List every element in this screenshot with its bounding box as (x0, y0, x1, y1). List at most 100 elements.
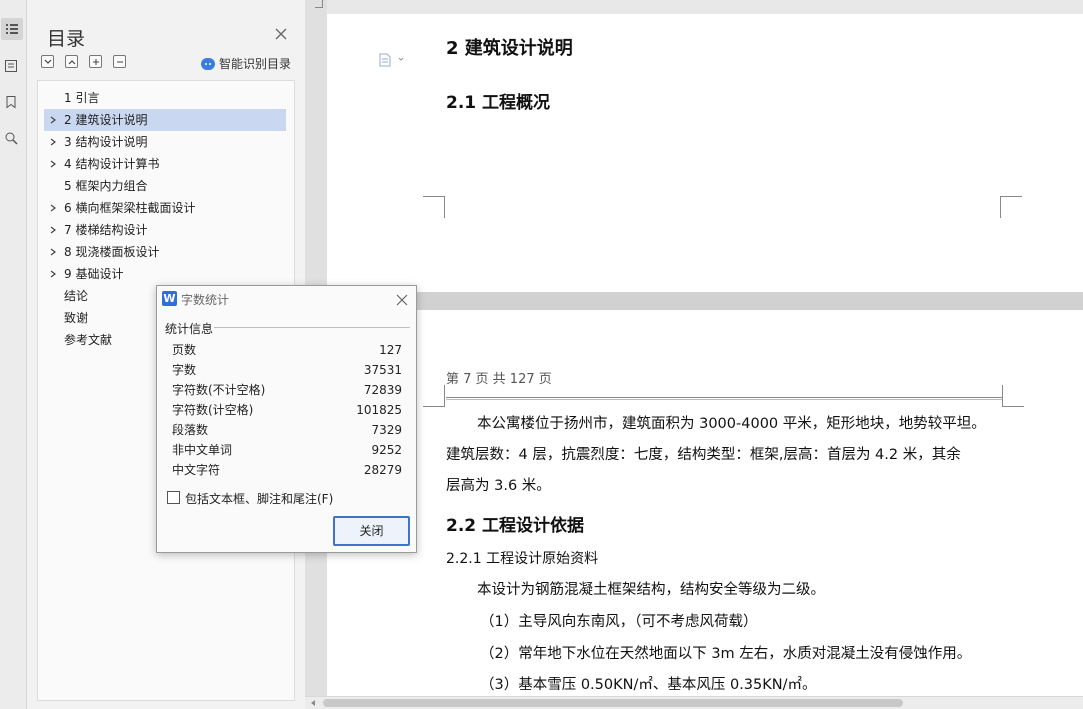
toc-panel-title: 目录 (47, 28, 86, 50)
crop-mark (1002, 385, 1024, 407)
heading-section-2-2: 2.2 工程设计依据 (446, 516, 585, 536)
chevron-right-icon[interactable] (50, 160, 56, 168)
stat-value: 72839 (363, 383, 402, 397)
heading-chapter-2: 2 建筑设计说明 (446, 38, 573, 59)
crop-mark (423, 385, 445, 407)
page-gap (327, 292, 1083, 310)
horizontal-scrollbar[interactable] (305, 696, 1083, 709)
toc-item-4[interactable]: 4 结构设计计算书 (44, 153, 286, 175)
chevron-right-icon[interactable] (50, 248, 56, 256)
toc-item-label: 7 楼梯结构设计 (64, 223, 148, 237)
crop-mark (1000, 196, 1022, 218)
stat-label: 字符数(不计空格) (172, 383, 266, 397)
toc-item-3[interactable]: 3 结构设计说明 (44, 131, 286, 153)
paragraph-doc-icon[interactable] (379, 52, 409, 67)
list-item-line: （1）主导风向东南风，（可不考虑风荷载） (480, 614, 758, 630)
toc-item-2[interactable]: 2 建筑设计说明 (44, 109, 286, 131)
stat-label: 页数 (172, 343, 197, 357)
stat-label: 非中文单词 (172, 443, 233, 457)
toc-item-label: 6 横向框架梁柱截面设计 (64, 201, 196, 215)
stat-value: 37531 (363, 363, 402, 377)
heading-subsection-2-2-1: 2.2.1 工程设计原始资料 (446, 551, 599, 567)
toc-item-label: 8 现浇楼面板设计 (64, 245, 160, 259)
toc-item-label: 9 基础设计 (64, 267, 124, 281)
section-divider (214, 327, 410, 328)
toc-item-1[interactable]: 1 引言 (44, 87, 286, 109)
toc-item-6[interactable]: 6 横向框架梁柱截面设计 (44, 197, 286, 219)
toc-item-label: 3 结构设计说明 (64, 135, 148, 149)
document-page (327, 310, 1083, 696)
toc-item-label: 1 引言 (64, 91, 100, 105)
chevron-down-icon[interactable] (41, 55, 54, 68)
list-item-line: （2）常年地下水位在天然地面以下 3m 左右，水质对混凝土没有侵蚀作用。 (480, 646, 972, 662)
include-textbox-checkbox[interactable] (167, 491, 180, 504)
stat-value: 9252 (371, 443, 402, 457)
smart-toc-button[interactable]: 智能识别目录 (201, 55, 291, 72)
toc-item-7[interactable]: 7 楼梯结构设计 (44, 219, 286, 241)
close-icon[interactable] (273, 26, 289, 42)
toc-item-label: 5 框架内力组合 (64, 179, 148, 193)
word-count-dialog: W 字数统计 统计信息 页数 127 字数 37531 字符数(不计空格) 72… (156, 285, 417, 553)
header-rule (446, 397, 1003, 398)
smart-bot-icon (201, 57, 215, 70)
toc-item-9[interactable]: 9 基础设计 (44, 263, 286, 285)
chevron-right-icon[interactable] (50, 204, 56, 212)
chevron-right-icon[interactable] (50, 138, 56, 146)
stat-label: 字数 (172, 363, 197, 377)
toc-item-label: 致谢 (64, 311, 89, 325)
toc-item-label: 2 建筑设计说明 (64, 113, 148, 127)
toc-item-8[interactable]: 8 现浇楼面板设计 (44, 241, 286, 263)
find-replace-icon[interactable] (0, 127, 22, 149)
chevron-right-icon[interactable] (50, 116, 56, 124)
stat-value: 7329 (371, 423, 402, 437)
include-textbox-label[interactable]: 包括文本框、脚注和尾注(F) (185, 490, 333, 507)
body-paragraph-line: 本设计为钢筋混凝土框架结构，结构安全等级为二级。 (477, 582, 825, 598)
stat-value: 101825 (356, 403, 402, 417)
toc-item-5[interactable]: 5 框架内力组合 (44, 175, 286, 197)
close-icon[interactable] (395, 292, 409, 306)
stat-row: 中文字符 28279 (172, 460, 402, 480)
stat-label: 段落数 (172, 423, 209, 437)
dialog-title: 字数统计 (181, 293, 230, 307)
toc-toolbar (41, 55, 126, 68)
stat-row: 字符数(计空格) 101825 (172, 400, 402, 420)
chevron-right-icon[interactable] (50, 270, 56, 278)
body-paragraph-line: 层高为 3.6 米。 (446, 478, 551, 494)
stat-value: 127 (379, 343, 402, 357)
side-icon-rail (0, 0, 27, 709)
body-paragraph-line: 建筑层数：4 层，抗震烈度：七度，结构类型：框架,层高：首层为 4.2 米，其余 (446, 447, 961, 463)
toc-item-label: 4 结构设计计算书 (64, 157, 160, 171)
smart-toc-label: 智能识别目录 (219, 57, 292, 71)
stat-row: 字符数(不计空格) 72839 (172, 380, 402, 400)
scroll-left-icon[interactable] (311, 700, 315, 706)
wps-writer-logo-icon: W (162, 291, 177, 306)
stat-row: 非中文单词 9252 (172, 440, 402, 460)
stat-row: 段落数 7329 (172, 420, 402, 440)
stat-row: 页数 127 (172, 340, 402, 360)
list-item-line: （3）基本雪压 0.50KN/㎡、基本风压 0.35KN/㎡。 (480, 677, 817, 693)
stat-label: 中文字符 (172, 463, 221, 477)
collapse-minus-icon[interactable] (113, 55, 126, 68)
toc-item-label: 结论 (64, 289, 89, 303)
document-canvas: 2 建筑设计说明 2.1 工程概况 第 7 页 共 127 页 本公寓楼位于扬州… (327, 0, 1083, 709)
chevron-right-icon[interactable] (50, 226, 56, 234)
page-header-text: 第 7 页 共 127 页 (446, 372, 552, 387)
crop-mark (423, 196, 445, 218)
heading-section-2-1: 2.1 工程概况 (446, 93, 551, 113)
stats-section-label: 统计信息 (165, 322, 214, 336)
document-page: 2 建筑设计说明 2.1 工程概况 (327, 14, 1083, 292)
stat-row: 字数 37531 (172, 360, 402, 380)
bookmark-icon[interactable] (0, 91, 22, 113)
scrollbar-thumb[interactable] (323, 699, 903, 707)
toc-item-label: 参考文献 (64, 333, 113, 347)
stat-label: 字符数(计空格) (172, 403, 254, 417)
stat-value: 28279 (363, 463, 402, 477)
chapter-nav-icon[interactable] (0, 55, 22, 77)
toc-list-icon[interactable] (1, 18, 23, 40)
splitter-corner-mark (315, 0, 323, 8)
header-rule (446, 399, 1003, 400)
close-button[interactable]: 关闭 (333, 516, 410, 546)
expand-plus-icon[interactable] (89, 55, 102, 68)
chevron-up-icon[interactable] (65, 55, 78, 68)
body-paragraph-line: 本公寓楼位于扬州市，建筑面积为 3000-4000 平米，矩形地块，地势较平坦。 (477, 416, 986, 432)
